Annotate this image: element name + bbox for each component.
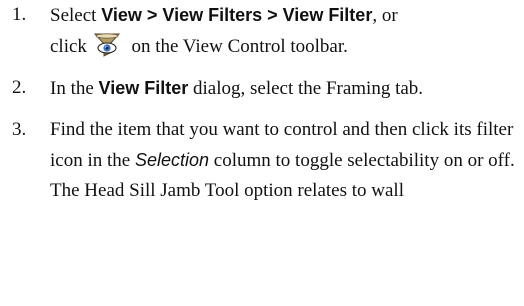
dialog-name: View Filter bbox=[98, 78, 189, 98]
instruction-steps: 1. Select View > View Filters > View Fil… bbox=[10, 0, 520, 206]
step-text: on the View Control toolbar. bbox=[131, 36, 348, 57]
step-2: 2. In the View Filter dialog, select the… bbox=[10, 73, 520, 104]
view-filter-funnel-eye-icon bbox=[93, 31, 121, 59]
step-text: , or bbox=[372, 5, 398, 26]
step-3: 3. Find the item that you want to contro… bbox=[10, 115, 520, 206]
step-text: Select bbox=[50, 5, 102, 26]
step-text: click bbox=[50, 36, 87, 57]
step-number: 3. bbox=[12, 119, 27, 140]
menu-path: View > View Filters > View Filter bbox=[101, 5, 373, 25]
step-text: dialog, select the Framing tab. bbox=[188, 78, 424, 99]
step-number: 2. bbox=[12, 77, 27, 98]
step-text: In the bbox=[50, 78, 99, 99]
step-1: 1. Select View > View Filters > View Fil… bbox=[10, 0, 520, 62]
step-number: 1. bbox=[12, 4, 27, 25]
column-name: Selection bbox=[134, 150, 210, 170]
